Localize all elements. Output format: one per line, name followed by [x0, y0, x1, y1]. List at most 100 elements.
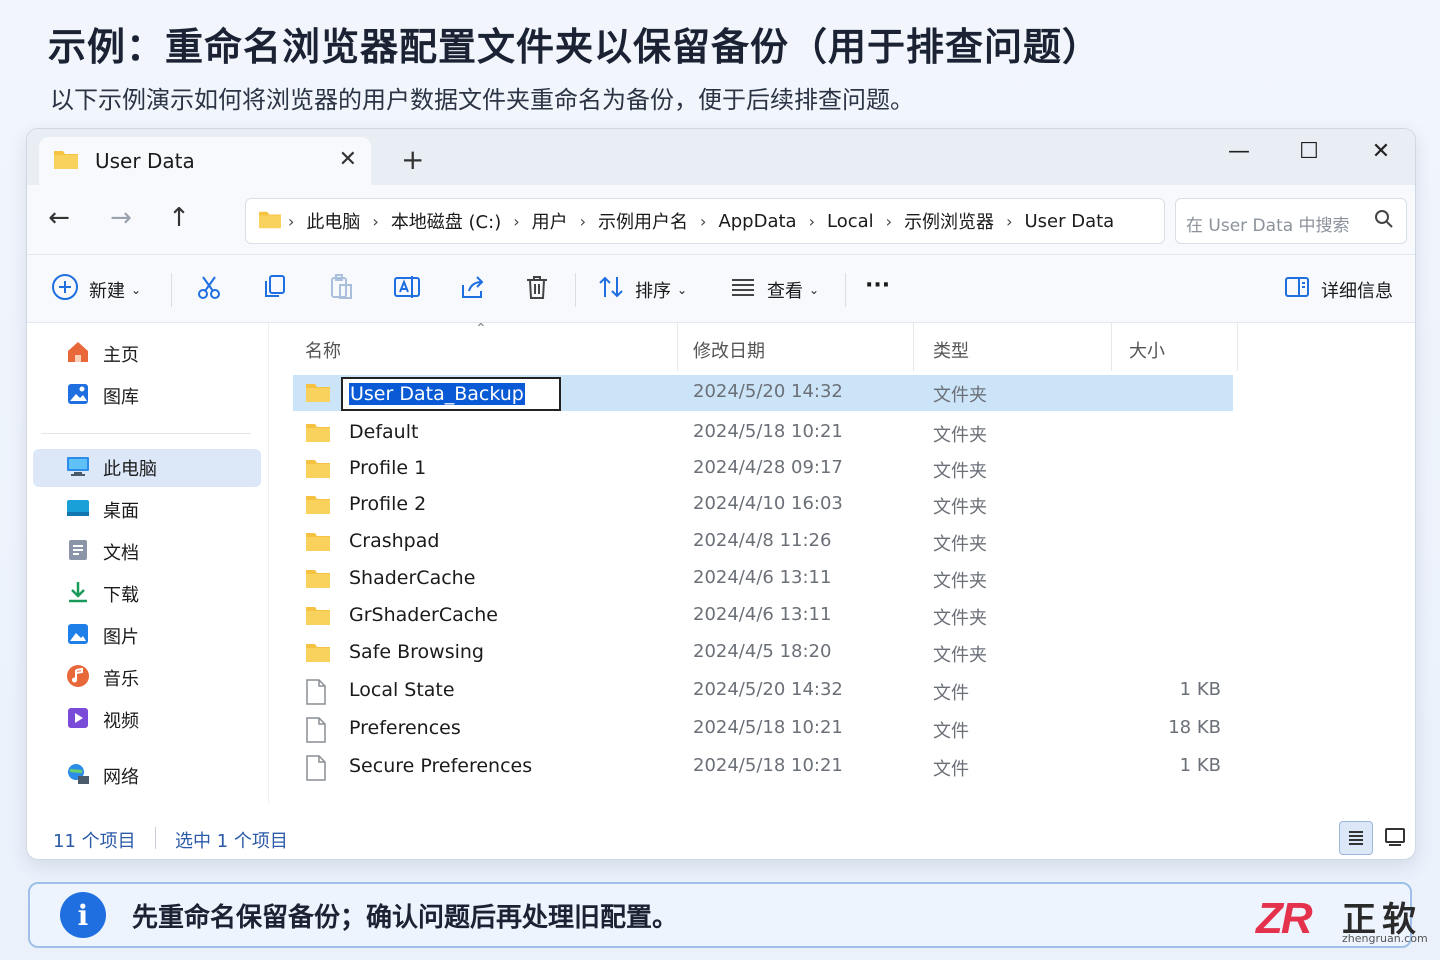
- view-button[interactable]: 查看 ⌄: [729, 273, 819, 306]
- music-icon: [65, 663, 91, 694]
- folder-icon: [305, 457, 331, 483]
- logo-mark: ZR: [1256, 894, 1313, 943]
- folder-icon: [305, 567, 331, 593]
- file-date: 2024/5/20 14:32: [693, 381, 843, 402]
- cut-button[interactable]: [195, 273, 223, 306]
- sidebar-divider: [41, 433, 251, 434]
- breadcrumb[interactable]: › 此电脑 › 本地磁盘 (C:) › 用户 › 示例用户名 › AppData…: [245, 198, 1165, 244]
- file-row[interactable]: Profile 2 2024/4/10 16:03 文件夹: [293, 487, 1233, 523]
- sidebar-item-videos[interactable]: 视频: [33, 701, 261, 739]
- file-row[interactable]: Profile 1 2024/4/28 09:17 文件夹: [293, 451, 1233, 487]
- sidebar-item-label: 下载: [103, 585, 139, 606]
- delete-button[interactable]: [523, 273, 551, 306]
- breadcrumb-item[interactable]: User Data: [1024, 211, 1114, 232]
- rename-input[interactable]: User Data_Backup: [341, 377, 561, 411]
- copy-icon: [261, 273, 289, 306]
- sidebar-item-label: 音乐: [103, 669, 139, 690]
- column-divider[interactable]: [677, 323, 678, 371]
- sort-caret-icon: ⌃: [475, 321, 487, 337]
- file-name: Local State: [349, 679, 455, 701]
- column-header-size[interactable]: 大小: [1129, 337, 1165, 363]
- sidebar-item-this-pc[interactable]: 此电脑: [33, 449, 261, 487]
- tab-label: User Data: [95, 149, 195, 173]
- file-row[interactable]: Crashpad 2024/4/8 11:26 文件夹: [293, 524, 1233, 560]
- column-header-type[interactable]: 类型: [933, 337, 969, 363]
- file-name: Safe Browsing: [349, 641, 484, 663]
- sidebar-item-pictures[interactable]: 图片: [33, 617, 261, 655]
- column-divider[interactable]: [913, 323, 914, 371]
- file-size: 1 KB: [1179, 755, 1221, 776]
- sidebar-item-desktop[interactable]: 桌面: [33, 491, 261, 529]
- new-tab-button[interactable]: +: [401, 143, 424, 176]
- column-divider[interactable]: [1111, 323, 1112, 371]
- up-button[interactable]: ↑: [161, 203, 197, 233]
- sidebar-item-downloads[interactable]: 下载: [33, 575, 261, 613]
- sidebar-item-label: 文档: [103, 543, 139, 564]
- page-title: 示例：重命名浏览器配置文件夹以保留备份（用于排查问题）: [48, 25, 1102, 69]
- sidebar-item-label: 图片: [103, 627, 139, 648]
- folder-icon: [53, 148, 79, 174]
- details-pane-button[interactable]: 详细信息: [1283, 273, 1393, 306]
- tiles-view-button[interactable]: [1379, 821, 1413, 855]
- file-explorer-window: User Data ✕ + — ☐ ✕ ← → ↑ › 此电脑 › 本地磁盘 (…: [26, 128, 1416, 860]
- new-button[interactable]: 新建 ⌄: [51, 273, 141, 306]
- folder-icon: [258, 209, 282, 234]
- file-row[interactable]: Secure Preferences 2024/5/18 10:21 文件 1 KB: [293, 749, 1233, 785]
- file-date: 2024/4/5 18:20: [693, 641, 832, 662]
- file-row[interactable]: Local State 2024/5/20 14:32 文件 1 KB: [293, 673, 1233, 709]
- sidebar-item-music[interactable]: 音乐: [33, 659, 261, 697]
- file-row[interactable]: Preferences 2024/5/18 10:21 文件 18 KB: [293, 711, 1233, 747]
- chevron-right-icon: ›: [700, 211, 707, 231]
- file-size: 18 KB: [1168, 717, 1221, 738]
- sidebar-item-network[interactable]: 网络: [33, 757, 261, 795]
- column-header-date[interactable]: 修改日期: [693, 337, 765, 363]
- rename-button[interactable]: [393, 273, 421, 306]
- breadcrumb-item[interactable]: 示例浏览器: [904, 208, 994, 234]
- tab-close-icon[interactable]: ✕: [339, 147, 357, 172]
- file-icon: [305, 717, 327, 747]
- file-type: 文件夹: [933, 645, 987, 666]
- search-icon[interactable]: [1374, 209, 1394, 234]
- toolbar-divider: [575, 273, 576, 307]
- forward-button[interactable]: →: [103, 203, 139, 233]
- sort-icon: [597, 273, 625, 306]
- file-name: Profile 2: [349, 493, 427, 515]
- more-options-button[interactable]: ···: [865, 273, 890, 298]
- chevron-right-icon: ›: [808, 211, 815, 231]
- file-row[interactable]: ShaderCache 2024/4/6 13:11 文件夹: [293, 561, 1233, 597]
- close-window-button[interactable]: ✕: [1361, 139, 1401, 164]
- breadcrumb-item[interactable]: 此电脑: [306, 208, 360, 234]
- file-row[interactable]: Safe Browsing 2024/4/5 18:20 文件夹: [293, 635, 1233, 671]
- file-row[interactable]: Default 2024/5/18 10:21 文件夹: [293, 415, 1233, 451]
- chevron-down-icon: ⌄: [131, 282, 142, 297]
- column-divider[interactable]: [1237, 323, 1238, 371]
- share-button[interactable]: [459, 273, 487, 306]
- file-date: 2024/4/6 13:11: [693, 567, 832, 588]
- chevron-right-icon: ›: [885, 211, 893, 231]
- computer-icon: [65, 453, 91, 484]
- tab-user-data[interactable]: User Data ✕: [39, 137, 371, 185]
- minimize-button[interactable]: —: [1219, 139, 1259, 164]
- file-row[interactable]: User Data_Backup 2024/5/20 14:32 文件夹: [293, 375, 1233, 411]
- back-button[interactable]: ←: [41, 203, 77, 233]
- sidebar-item-gallery[interactable]: 图库: [33, 377, 261, 415]
- search-input[interactable]: 在 User Data 中搜索: [1175, 198, 1407, 244]
- maximize-button[interactable]: ☐: [1289, 139, 1329, 164]
- selected-count: 选中 1 个项目: [175, 831, 288, 852]
- copy-button[interactable]: [261, 273, 289, 306]
- file-type: 文件: [933, 721, 969, 742]
- breadcrumb-item[interactable]: AppData: [718, 211, 796, 232]
- breadcrumb-item[interactable]: Local: [827, 211, 874, 232]
- sort-button[interactable]: 排序 ⌄: [597, 273, 687, 306]
- details-view-button[interactable]: [1339, 821, 1373, 855]
- file-row[interactable]: GrShaderCache 2024/4/6 13:11 文件夹: [293, 598, 1233, 634]
- breadcrumb-item[interactable]: 用户: [532, 208, 568, 234]
- breadcrumb-item[interactable]: 示例用户名: [598, 208, 688, 234]
- sidebar-item-home[interactable]: 主页: [33, 335, 261, 373]
- breadcrumb-item[interactable]: 本地磁盘 (C:): [391, 208, 501, 234]
- paste-button[interactable]: [327, 273, 355, 306]
- file-date: 2024/5/20 14:32: [693, 679, 843, 700]
- column-header-name[interactable]: 名称: [305, 337, 341, 363]
- sidebar-item-documents[interactable]: 文档: [33, 533, 261, 571]
- file-name: Secure Preferences: [349, 755, 533, 777]
